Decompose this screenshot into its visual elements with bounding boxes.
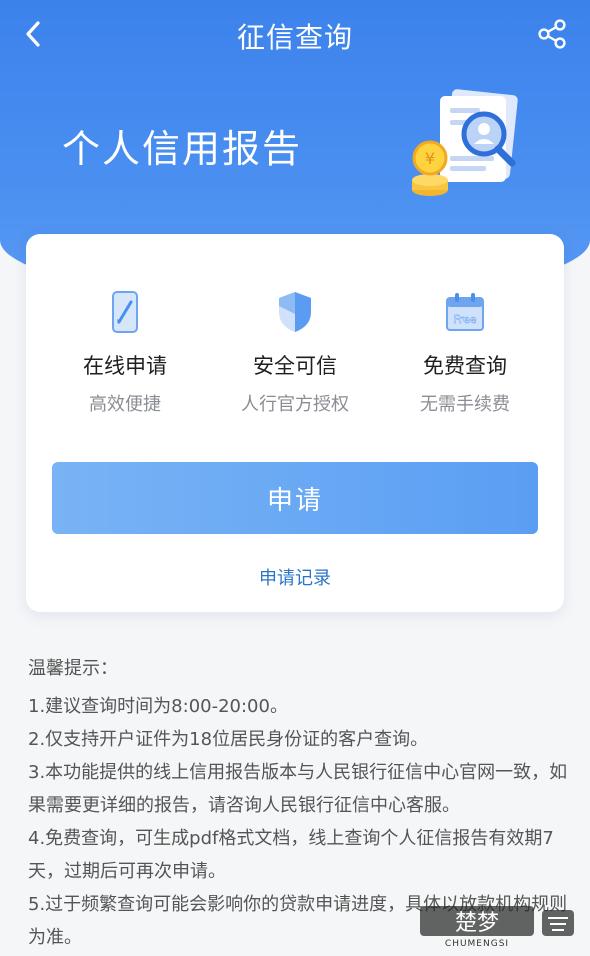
- free-calendar-icon: Free: [446, 293, 484, 331]
- shield-icon: [279, 292, 311, 332]
- feature-online-apply: 在线申请 高效便捷: [40, 290, 210, 416]
- tips-heading: 温馨提示：: [28, 658, 118, 679]
- page-title: 征信查询: [236, 21, 353, 54]
- chumengsi-watermark: 楚梦 CHUMENGSI: [420, 906, 574, 948]
- feature-secure: 安全可信 人行官方授权: [210, 290, 380, 416]
- feature-free: Free 免费查询 无需手续费: [380, 290, 550, 416]
- apply-records-link[interactable]: 申请记录: [26, 564, 564, 590]
- share-icon: [538, 19, 566, 49]
- watermark-brand: CHUMENGSI: [445, 939, 509, 948]
- feature-title: 在线申请: [83, 354, 167, 378]
- share-button[interactable]: [532, 14, 572, 54]
- feature-title: 免费查询: [423, 354, 507, 378]
- tip-item: 3.本功能提供的线上信用报告版本与人民银行征信中心官网一致，如果需要更详细的报告…: [28, 762, 568, 816]
- apply-button[interactable]: 申请: [52, 462, 538, 534]
- service-card: 在线申请 高效便捷 安全可信 人行官方授权 Free 免费查询 无需手续费 申请…: [26, 234, 564, 612]
- watermark-logo-text: 楚梦: [455, 911, 499, 936]
- phone-edit-icon: [112, 291, 138, 333]
- tip-item: 1.建议查询时间为8:00-20:00。: [28, 696, 288, 717]
- hero-heading: 个人信用报告: [62, 127, 303, 171]
- tip-item: 2.仅支持开户证件为18位居民身份证的客户查询。: [28, 729, 429, 750]
- svg-text:¥: ¥: [425, 149, 435, 168]
- credit-report-illustration: ¥: [412, 89, 518, 196]
- tip-item: 4.免费查询，可生成pdf格式文档，线上查询个人征信报告有效期7天，过期后可再次…: [28, 828, 554, 882]
- free-badge-text: Free: [453, 313, 477, 326]
- feature-subtitle: 无需手续费: [420, 394, 510, 415]
- feature-subtitle: 人行官方授权: [241, 394, 349, 415]
- feature-title: 安全可信: [253, 354, 337, 378]
- feature-subtitle: 高效便捷: [89, 394, 161, 415]
